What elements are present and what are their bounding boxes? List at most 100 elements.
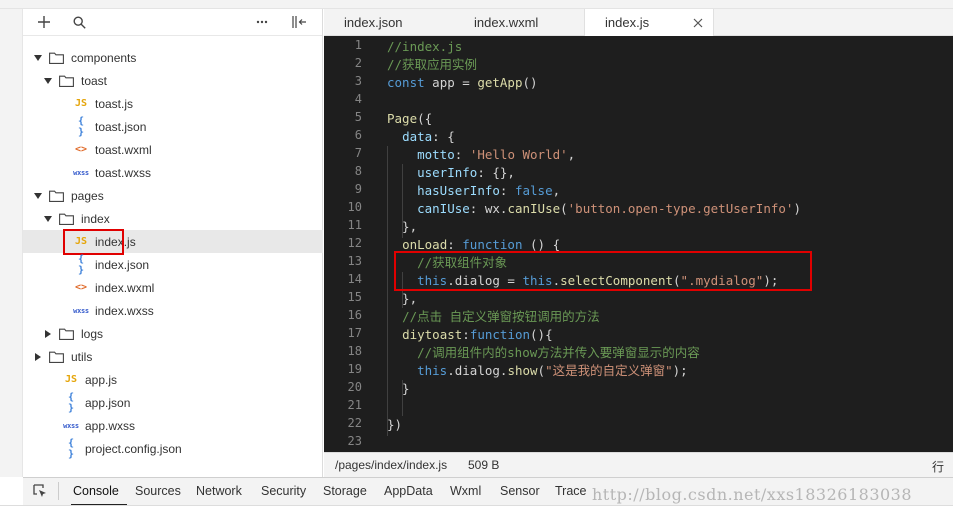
devtools-tab-trace[interactable]: Trace [555,484,587,498]
code-line[interactable]: const app = getApp() [387,74,538,92]
tree-folder[interactable]: toast [23,69,323,92]
tree-file[interactable]: <> index.wxml [23,276,323,299]
code-line[interactable]: }) [387,416,402,434]
wxss-file-icon: wxss [73,168,89,177]
close-icon[interactable] [693,15,703,31]
chevron-down-icon[interactable] [43,214,53,224]
devtools-tab-console[interactable]: Console [73,484,119,498]
tree-item-label: app.js [85,372,118,387]
tree-file[interactable]: wxss toast.wxss [23,161,323,184]
tree-item-label: toast.wxml [95,142,152,157]
code-token: ({ [417,111,433,126]
devtools-tab-sensor[interactable]: Sensor [500,484,540,498]
tree-item-label: index.wxml [95,280,155,295]
code-token: .dialog. [447,363,508,378]
console-filter-bar [0,505,953,513]
code-line[interactable]: //获取应用实例 [387,56,477,74]
tree-item-label: toast.js [95,96,134,111]
code-token: ( [537,363,546,378]
tree-file[interactable]: wxss index.wxss [23,299,323,322]
tab-index-wxml[interactable]: index.wxml [454,9,584,36]
code-token: motto [417,147,455,162]
inspect-element-button[interactable] [32,483,48,499]
devtools-tab-storage[interactable]: Storage [323,484,367,498]
tree-folder[interactable]: pages [23,184,323,207]
tree-folder[interactable]: utils [23,345,323,368]
explorer-toolbar [23,9,322,36]
tree-file[interactable]: <> toast.wxml [23,138,323,161]
tree-file[interactable]: JS app.js [23,368,323,391]
code-token: ); [672,363,688,378]
code-line[interactable]: //index.js [387,38,462,56]
code-line[interactable]: hasUserInfo: false, [387,182,560,200]
code-token: : wx. [469,201,508,216]
tree-file[interactable]: JS toast.js [23,92,323,115]
tree-folder[interactable]: logs [23,322,323,345]
tree-item-label: index [81,211,110,226]
code-line[interactable]: this.dialog.show("这是我的自定义弹窗"); [387,362,688,380]
tree-item-label: app.json [85,395,131,410]
line-number: 19 [347,362,362,376]
add-file-button[interactable] [35,13,53,31]
chevron-right-icon[interactable] [33,352,43,362]
tree-file[interactable]: { } toast.json [23,115,323,138]
line-number: 15 [347,290,362,304]
tree-file[interactable]: { } index.json [23,253,323,276]
folder-icon [59,213,74,225]
devtools-tab-appdata[interactable]: AppData [384,484,433,498]
tree-file[interactable]: wxss app.wxss [23,414,323,437]
code-line[interactable]: //点击 自定义弹窗按钮调用的方法 [387,308,600,326]
tree-file[interactable]: { } app.json [23,391,323,414]
devtools-tab-wxml[interactable]: Wxml [450,484,481,498]
line-number: 6 [354,128,362,142]
line-number: 1 [354,38,362,52]
tree-folder[interactable]: index [23,207,323,230]
code-token: canIUse [507,201,561,216]
tree-item-label: index.json [95,257,150,272]
devtools-tab-security[interactable]: Security [261,484,306,498]
search-button[interactable] [70,13,88,31]
code-line[interactable]: Page({ [387,110,432,128]
chevron-down-icon[interactable] [33,53,43,63]
tree-file[interactable]: { } project.config.json [23,437,323,460]
line-number: 20 [347,380,362,394]
chevron-down-icon[interactable] [33,191,43,201]
code-token: //点击 自定义弹窗按钮调用的方法 [402,309,600,324]
wxss-file-icon: wxss [73,306,89,315]
code-line[interactable]: data: { [387,128,455,146]
line-number: 10 [347,200,362,214]
tree-item-label: toast.json [95,119,147,134]
chevron-down-icon[interactable] [43,76,53,86]
devtools-tab-sources[interactable]: Sources [135,484,181,498]
code-token: this [417,363,448,378]
indent-guide [402,380,403,416]
code-line[interactable]: diytoast:function(){ [387,326,553,344]
code-line[interactable]: userInfo: {}, [387,164,515,182]
code-line[interactable]: //调用组件内的show方法并传入要弹窗显示的内容 [387,344,700,362]
tab-index-json[interactable]: index.json [324,9,454,36]
chevron-right-icon[interactable] [43,329,53,339]
tab-index-js[interactable]: index.js [584,9,714,36]
code-token: Page [387,111,418,126]
code-token: getApp [477,75,523,90]
file-explorer: components toast JS toast.js { } toast.json <>… [23,9,323,477]
code-token: (){ [530,327,553,342]
tree-folder[interactable]: components [23,46,323,69]
code-token: "这是我的自定义弹窗" [545,363,673,378]
line-number: 8 [354,164,362,178]
code-line[interactable]: } [387,380,410,398]
code-token: userInfo [417,165,478,180]
collapse-sidebar-button[interactable] [291,13,309,31]
more-options-button[interactable] [253,13,271,31]
activity-strip [0,9,23,477]
code-line[interactable]: motto: 'Hello World', [387,146,575,164]
folder-icon [59,328,74,340]
code-token: //获取应用实例 [387,57,478,72]
code-editor[interactable]: 1 2 3 4 5 6 7 8 9 10 11 12 13 14 15 16 17 18 19 20 21 22 23 //… [324,36,953,452]
devtools-tab-network[interactable]: Network [196,484,242,498]
json-file-icon: { } [67,391,75,414]
code-line[interactable]: canIUse: wx.canIUse('button.open-type.ge… [387,200,801,218]
